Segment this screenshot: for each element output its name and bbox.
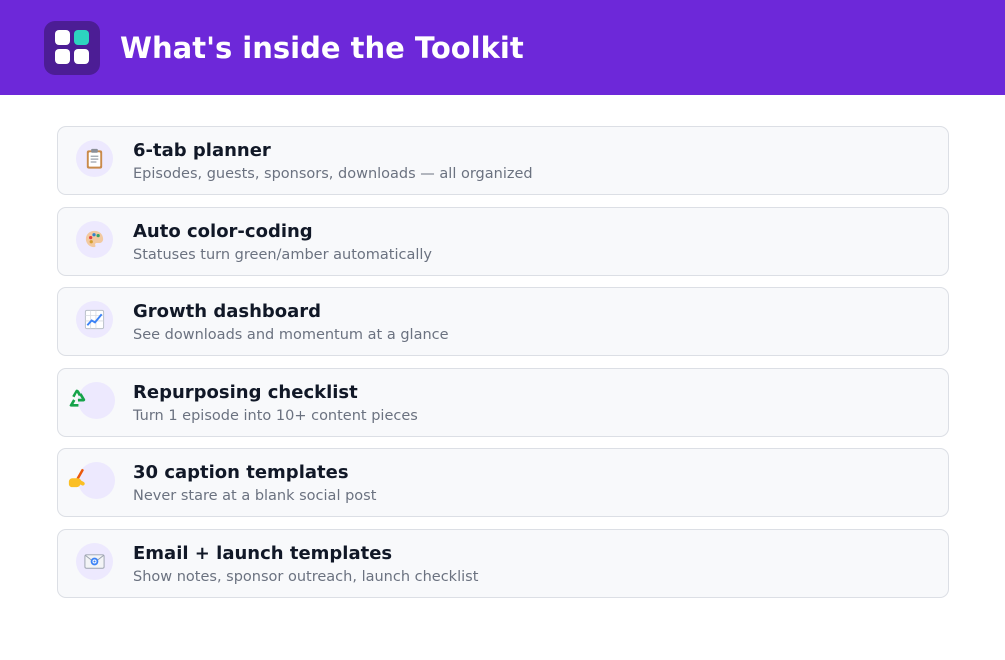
feature-title: 30 caption templates [133, 462, 349, 483]
feature-description: See downloads and momentum at a glance [133, 327, 449, 343]
feature-description: Turn 1 episode into 10+ content pieces [133, 407, 418, 424]
clipboard-icon [76, 140, 113, 177]
feature-description: Statuses turn green/amber automatically [133, 246, 432, 263]
feature-title: Email + launch templates [133, 542, 393, 564]
writing-hand-icon [68, 462, 115, 499]
chart-increasing-icon [76, 301, 113, 338]
feature-description: Never stare at a blank social post [133, 488, 377, 504]
page-title: What's inside the Toolkit [120, 31, 524, 65]
feature-list: 6-tab planner Episodes, guests, sponsors… [57, 126, 949, 609]
feature-title: Auto color-coding [133, 220, 313, 242]
feature-card-color-coding: Auto color-coding Statuses turn green/am… [57, 206, 949, 276]
header-bar: What's inside the Toolkit [0, 0, 1005, 95]
feature-title: Repurposing checklist [133, 381, 358, 403]
feature-card-email: Email + launch templates Show notes, spo… [57, 528, 949, 598]
feature-description: Episodes, guests, sponsors, downloads — … [133, 166, 533, 182]
grid-app-icon [44, 21, 100, 75]
feature-title: Growth dashboard [133, 301, 322, 322]
feature-description: Show notes, sponsor outreach, launch che… [133, 568, 479, 585]
feature-card-captions: 30 caption templates Never stare at a bl… [57, 448, 949, 517]
email-icon [76, 542, 113, 580]
feature-card-repurposing: Repurposing checklist Turn 1 episode int… [57, 367, 949, 437]
feature-card-planner: 6-tab planner Episodes, guests, sponsors… [57, 126, 949, 195]
feature-card-dashboard: Growth dashboard See downloads and momen… [57, 287, 949, 356]
feature-title: 6-tab planner [133, 140, 271, 161]
recycle-icon [69, 381, 115, 419]
palette-icon [76, 220, 113, 258]
